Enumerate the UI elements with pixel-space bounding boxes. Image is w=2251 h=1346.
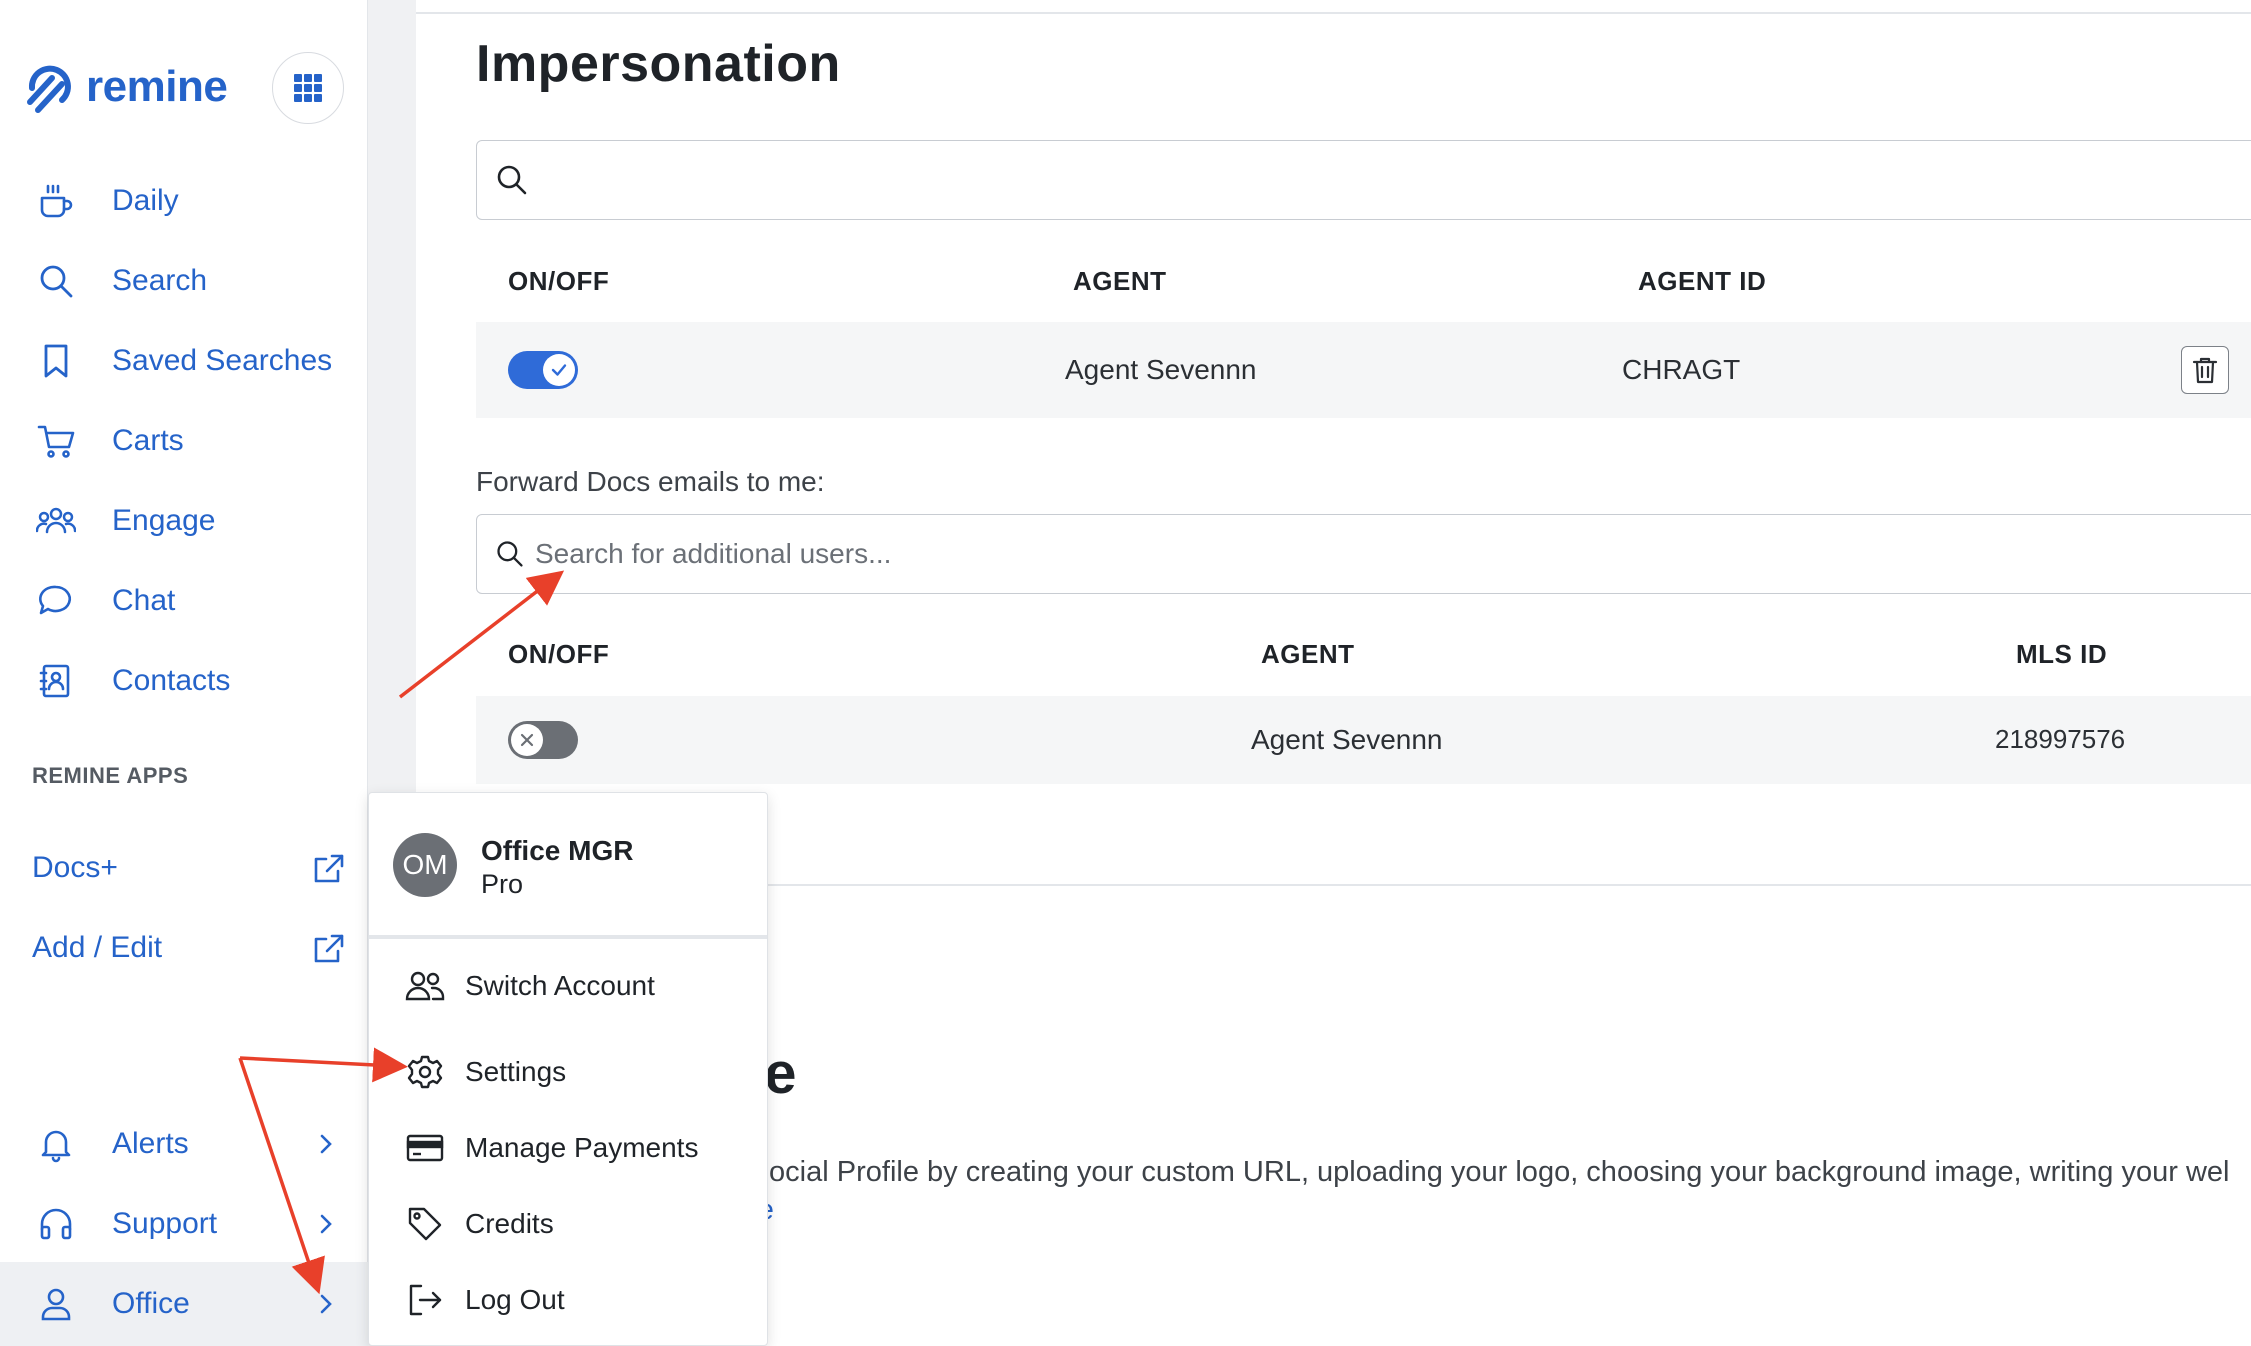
external-link-icon — [314, 854, 344, 883]
chevron-right-icon — [310, 1288, 342, 1320]
column-header-mls-id: MLS ID — [2016, 639, 2108, 669]
page-title: Impersonation — [476, 35, 841, 93]
search-icon — [36, 261, 76, 301]
trash-icon — [2192, 357, 2218, 384]
chat-bubble-icon — [36, 581, 76, 621]
remine-apps-heading: REMINE APPS — [32, 763, 189, 788]
table-row: Agent Sevennn CHRAGT — [476, 322, 2251, 418]
sidebar-item-alerts[interactable]: Alerts — [0, 1112, 368, 1176]
menu-item-log-out[interactable]: Log Out — [369, 1265, 767, 1335]
forward-docs-toggle[interactable] — [508, 721, 578, 759]
logout-icon — [405, 1280, 445, 1320]
column-header-agent: AGENT — [1073, 266, 1167, 296]
sidebar-item-chat[interactable]: Chat — [0, 569, 368, 633]
sidebar-item-saved-searches[interactable]: Saved Searches — [0, 329, 368, 393]
sidebar-item-label: Alerts — [112, 1127, 189, 1160]
search-icon — [497, 541, 523, 567]
top-divider — [416, 12, 2251, 14]
chevron-right-icon — [310, 1128, 342, 1160]
search-icon — [497, 165, 527, 195]
menu-item-settings[interactable]: Settings — [369, 1037, 767, 1107]
sidebar-item-support[interactable]: Support — [0, 1192, 368, 1256]
tag-icon — [405, 1204, 445, 1244]
sidebar-item-carts[interactable]: Carts — [0, 409, 368, 473]
social-profile-description: r Social Profile by creating your custom… — [732, 1156, 2230, 1188]
headset-icon — [36, 1204, 76, 1244]
account-name: Office MGR — [481, 835, 634, 866]
menu-item-label: Switch Account — [465, 970, 655, 1001]
checkmark-icon — [551, 364, 567, 376]
sidebar-item-label: Contacts — [112, 664, 231, 697]
coffee-icon — [36, 181, 76, 221]
sidebar-item-label: Office — [112, 1287, 190, 1320]
sidebar-item-label: Chat — [112, 584, 176, 617]
close-icon — [520, 733, 534, 747]
bell-icon — [36, 1124, 76, 1164]
app-link-label: Docs+ — [32, 851, 118, 884]
column-header-on-off: ON/OFF — [508, 266, 610, 296]
gear-icon — [405, 1052, 445, 1092]
toggle-knob — [511, 724, 543, 756]
brand-name: remine — [86, 62, 228, 111]
users-icon — [36, 501, 76, 541]
avatar: OM — [393, 833, 457, 897]
remine-logo[interactable]: remine — [22, 52, 228, 122]
forward-docs-label: Forward Docs emails to me: — [476, 466, 825, 497]
column-header-agent-id: AGENT ID — [1638, 266, 1767, 296]
toggle-knob — [543, 354, 575, 386]
account-menu-header: OM Office MGR Pro — [369, 793, 767, 939]
impersonation-search-input[interactable] — [539, 164, 2139, 196]
menu-item-manage-payments[interactable]: Manage Payments — [369, 1113, 767, 1183]
app-launcher-button[interactable] — [272, 52, 344, 124]
switch-account-icon — [405, 966, 445, 1006]
column-header-agent: AGENT — [1261, 639, 1355, 669]
forward-docs-search-field[interactable] — [476, 514, 2251, 594]
chevron-right-icon — [310, 1208, 342, 1240]
forward-docs-search-input[interactable] — [535, 538, 2135, 570]
app-link-label: Add / Edit — [32, 931, 163, 964]
sidebar-item-label: Saved Searches — [112, 344, 333, 377]
account-menu: OM Office MGR Pro Switch Account Setting… — [368, 792, 768, 1346]
agent-name-cell: Agent Sevennn — [1251, 724, 1443, 755]
sidebar-item-daily[interactable]: Daily — [0, 169, 368, 233]
remine-logo-mark-icon — [27, 65, 71, 113]
sidebar-item-office[interactable]: Office — [0, 1262, 368, 1346]
impersonation-search-field[interactable] — [476, 140, 2251, 220]
sidebar-item-label: Search — [112, 264, 208, 297]
menu-item-label: Log Out — [465, 1284, 565, 1315]
app-link-docs-plus[interactable]: Docs+ — [0, 840, 368, 896]
app-link-add-edit[interactable]: Add / Edit — [0, 920, 368, 976]
delete-button[interactable] — [2181, 346, 2229, 394]
menu-item-label: Credits — [465, 1208, 554, 1239]
impersonation-toggle[interactable] — [508, 351, 578, 389]
menu-item-switch-account[interactable]: Switch Account — [369, 951, 767, 1021]
sidebar-item-search[interactable]: Search — [0, 249, 368, 313]
sidebar-item-contacts[interactable]: Contacts — [0, 649, 368, 713]
sidebar-item-label: Support — [112, 1207, 218, 1240]
sidebar-item-label: Daily — [112, 184, 179, 217]
sidebar-item-engage[interactable]: Engage — [0, 489, 368, 553]
column-header-on-off: ON/OFF — [508, 639, 610, 669]
external-link-icon — [314, 934, 344, 963]
user-icon — [36, 1284, 76, 1324]
contact-card-icon — [36, 661, 76, 701]
sidebar-item-label: Carts — [112, 424, 184, 457]
menu-item-credits[interactable]: Credits — [369, 1189, 767, 1259]
bookmark-icon — [36, 341, 76, 381]
credit-card-icon — [405, 1128, 445, 1168]
grid-icon — [294, 74, 322, 102]
cart-icon — [36, 421, 76, 461]
mls-id-cell: 218997576 — [1995, 724, 2126, 754]
sidebar-item-label: Engage — [112, 504, 216, 537]
agent-name-cell: Agent Sevennn — [1065, 354, 1257, 385]
menu-item-label: Settings — [465, 1056, 567, 1087]
sidebar: remine Daily Search Saved Searches Carts… — [0, 0, 368, 1346]
account-role: Pro — [481, 869, 524, 899]
menu-item-label: Manage Payments — [465, 1132, 699, 1163]
agent-id-cell: CHRAGT — [1622, 354, 1741, 385]
table-row: Agent Sevennn 218997576 — [476, 696, 2251, 784]
